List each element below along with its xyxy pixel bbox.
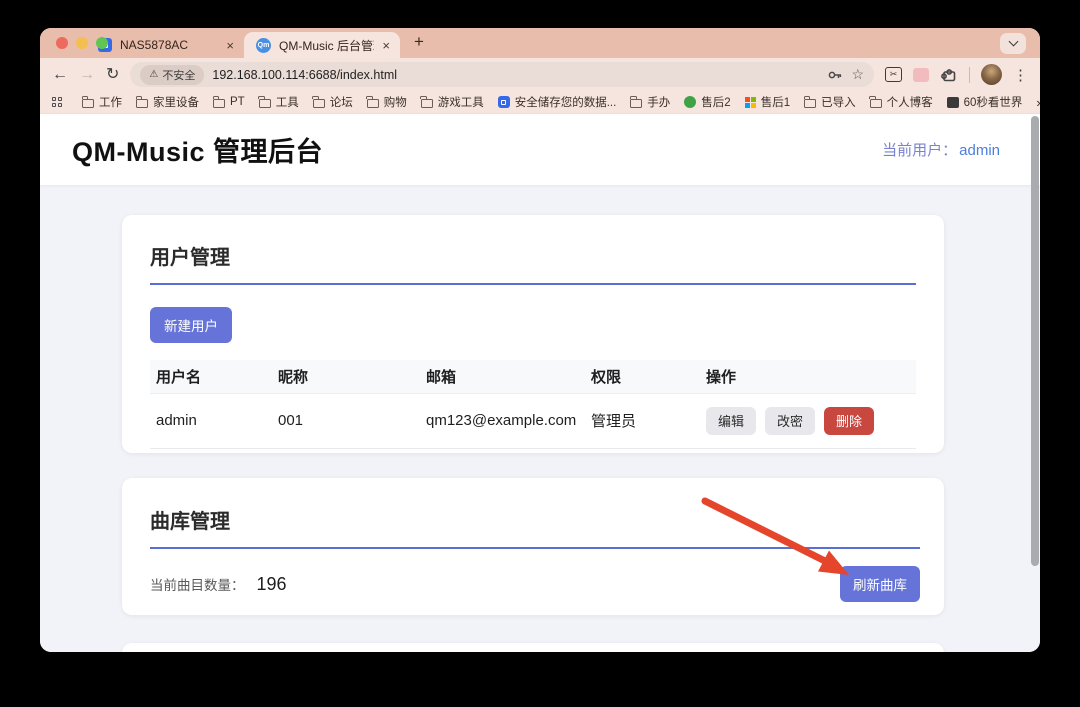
close-tab-icon[interactable]: × — [226, 38, 234, 53]
library-count-row: 当前曲目数量： 196 刷新曲库 — [150, 566, 920, 602]
current-user-name: admin — [959, 142, 1000, 159]
cell-nickname: 001 — [272, 393, 420, 448]
back-button[interactable]: ← — [52, 67, 68, 83]
close-window-button[interactable] — [56, 37, 68, 49]
url-text: 192.168.100.114:6688/index.html — [212, 68, 819, 82]
edit-user-button[interactable]: 编辑 — [706, 407, 756, 435]
cell-username: admin — [150, 393, 272, 448]
bookmark-item[interactable]: 售后1 — [745, 94, 790, 110]
change-password-button[interactable]: 改密 — [765, 407, 815, 435]
track-count-label: 当前曲目数量： — [150, 578, 245, 593]
cell-email: qm123@example.com — [420, 393, 585, 448]
chevron-down-icon — [1008, 37, 1018, 47]
refresh-library-button[interactable]: 刷新曲库 — [840, 566, 920, 602]
row-actions: 编辑 改密 删除 — [706, 407, 916, 435]
user-card-title: 用户管理 — [150, 241, 916, 285]
forward-button[interactable]: → — [79, 67, 95, 83]
col-username: 用户名 — [150, 360, 272, 393]
folder-icon — [213, 99, 225, 108]
next-card-sliver — [122, 643, 944, 652]
folder-icon — [313, 99, 325, 108]
folder-icon — [136, 99, 148, 108]
zoom-window-button[interactable] — [96, 37, 108, 49]
qm-favicon-icon: Qm — [256, 38, 271, 53]
browser-menu-icon[interactable]: ⋮ — [1013, 66, 1028, 84]
folder-icon — [421, 99, 433, 108]
bookmark-item[interactable]: 购物 — [367, 94, 407, 110]
folder-icon — [367, 99, 379, 108]
bookmark-item[interactable]: 已导入 — [804, 94, 856, 110]
bookmark-item[interactable]: 60秒看世界 — [947, 94, 1023, 110]
table-header-row: 用户名 昵称 邮箱 权限 操作 — [150, 360, 916, 393]
new-user-button[interactable]: 新建用户 — [150, 307, 232, 343]
current-user-label: 当前用户： — [882, 142, 957, 159]
green-app-icon — [684, 96, 696, 108]
bookmark-item[interactable]: PT — [213, 96, 245, 108]
bookmarks-bar: 工作 家里设备 PT 工具 论坛 购物 游戏工具 安全储存您的数据... 手办 … — [40, 91, 1040, 114]
bookmark-item[interactable]: 个人博客 — [870, 94, 933, 110]
new-tab-button[interactable]: + — [414, 32, 424, 52]
security-chip[interactable]: ⚠ 不安全 — [140, 65, 204, 85]
bookmark-item[interactable]: 工作 — [82, 94, 122, 110]
tab-nas[interactable]: NAS5878AC × — [86, 32, 244, 58]
folder-icon — [630, 99, 642, 108]
table-row: admin 001 qm123@example.com 管理员 编辑 改密 删除 — [150, 393, 916, 448]
bookmark-item[interactable]: 售后2 — [684, 94, 730, 110]
bookmark-item[interactable]: 家里设备 — [136, 94, 199, 110]
password-key-icon[interactable] — [827, 68, 843, 82]
delete-user-button[interactable]: 删除 — [824, 407, 874, 435]
bookmark-item[interactable]: 论坛 — [313, 94, 353, 110]
web-page: QM-Music 管理后台 当前用户：admin 用户管理 新建用户 用户名 昵… — [40, 114, 1040, 652]
address-bar[interactable]: ⚠ 不安全 192.168.100.114:6688/index.html ☆ — [130, 62, 874, 87]
microsoft-icon — [745, 97, 756, 108]
traffic-lights — [56, 37, 108, 49]
warning-icon: ⚠ — [149, 69, 158, 80]
security-label: 不安全 — [162, 67, 195, 83]
bookmarks-overflow-button[interactable]: » — [1036, 95, 1040, 110]
col-actions: 操作 — [700, 360, 916, 393]
pink-extension-icon[interactable] — [913, 68, 929, 82]
bookmark-item[interactable]: 游戏工具 — [421, 94, 484, 110]
extensions-puzzle-icon[interactable] — [940, 66, 958, 84]
col-nickname: 昵称 — [272, 360, 420, 393]
close-tab-icon[interactable]: × — [382, 38, 390, 53]
col-email: 邮箱 — [420, 360, 585, 393]
chevron-down-button[interactable] — [1000, 33, 1026, 54]
screenshot-extension-icon[interactable]: ✂ — [885, 67, 902, 82]
apps-grid-icon[interactable] — [52, 97, 62, 107]
bookmark-item[interactable]: 手办 — [630, 94, 670, 110]
folder-icon — [804, 99, 816, 108]
tab-title: QM-Music 后台管理 — [279, 37, 374, 54]
bookmark-item[interactable]: 安全储存您的数据... — [498, 94, 617, 110]
tab-qm-music-admin[interactable]: Qm QM-Music 后台管理 × — [244, 32, 400, 58]
current-user-info: 当前用户：admin — [882, 139, 1000, 160]
user-management-card: 用户管理 新建用户 用户名 昵称 邮箱 权限 操作 admin 00 — [122, 215, 944, 453]
col-role: 权限 — [585, 360, 700, 393]
minimize-window-button[interactable] — [76, 37, 88, 49]
browser-window: NAS5878AC × Qm QM-Music 后台管理 × + ← → ↻ ⚠… — [40, 28, 1040, 652]
user-table: 用户名 昵称 邮箱 权限 操作 admin 001 qm123@example.… — [150, 360, 916, 449]
page-title: QM-Music 管理后台 — [72, 130, 323, 169]
page-scrollbar-thumb[interactable] — [1031, 116, 1039, 566]
tab-title: NAS5878AC — [120, 38, 188, 52]
page-header: QM-Music 管理后台 当前用户：admin — [40, 114, 1040, 185]
reload-button[interactable]: ↻ — [106, 67, 119, 83]
folder-icon — [870, 99, 882, 108]
tab-strip: NAS5878AC × Qm QM-Music 后台管理 × + — [40, 28, 1040, 58]
bookmark-star-icon[interactable]: ☆ — [851, 66, 864, 83]
browser-toolbar: ← → ↻ ⚠ 不安全 192.168.100.114:6688/index.h… — [40, 58, 1040, 91]
toolbar-divider — [969, 67, 970, 83]
profile-avatar[interactable] — [981, 64, 1002, 85]
library-card-title: 曲库管理 — [150, 505, 920, 549]
library-management-card: 曲库管理 当前曲目数量： 196 刷新曲库 — [122, 478, 944, 615]
dark-app-icon — [947, 97, 959, 108]
track-count-value: 196 — [257, 574, 287, 594]
bookmark-item[interactable]: 工具 — [259, 94, 299, 110]
folder-icon — [82, 99, 94, 108]
blue-app-icon — [498, 96, 510, 108]
cell-role: 管理员 — [585, 393, 700, 448]
folder-icon — [259, 99, 271, 108]
